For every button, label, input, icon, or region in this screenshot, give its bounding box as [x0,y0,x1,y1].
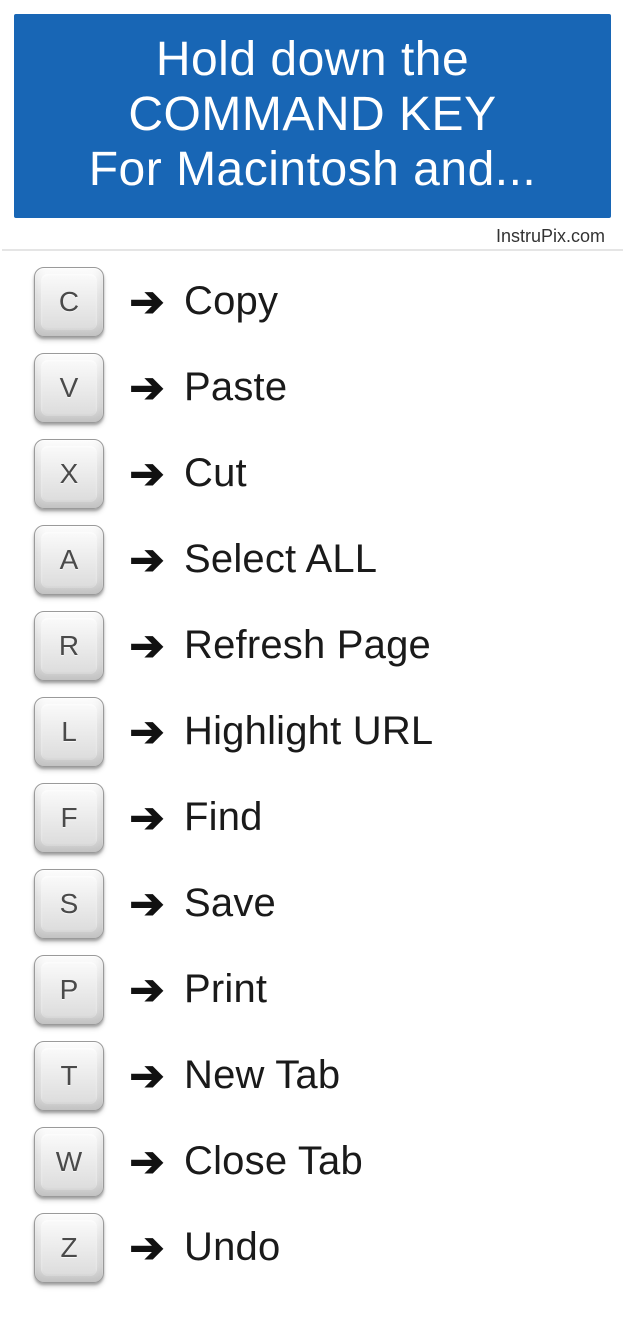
keycap-letter: P [60,974,79,1006]
arrow-icon: ➔ [104,883,184,925]
keycap-letter: S [60,888,79,920]
arrow-icon: ➔ [104,797,184,839]
keycap-letter: C [59,286,79,318]
shortcut-row: C ➔Copy [34,259,613,345]
keycap-letter: T [60,1060,77,1092]
header-line-1: Hold down the [24,32,601,87]
shortcut-label: Refresh Page [184,623,431,668]
shortcut-label: Undo [184,1225,280,1270]
keycap-icon: P [34,955,104,1025]
keycap-icon: T [34,1041,104,1111]
header-line-3: For Macintosh and... [24,142,601,197]
header-banner: Hold down the COMMAND KEY For Macintosh … [14,14,611,218]
shortcut-row: Z ➔Undo [34,1205,613,1291]
keycap-letter: W [56,1146,82,1178]
keycap-letter: F [60,802,77,834]
shortcut-row: P ➔Print [34,947,613,1033]
shortcut-row: F ➔Find [34,775,613,861]
arrow-icon: ➔ [104,711,184,753]
arrow-icon: ➔ [104,969,184,1011]
arrow-icon: ➔ [104,1055,184,1097]
shortcut-label: Find [184,795,263,840]
shortcut-label: Print [184,967,267,1012]
shortcut-row: T ➔New Tab [34,1033,613,1119]
shortcut-label: Save [184,881,276,926]
keycap-icon: L [34,697,104,767]
arrow-icon: ➔ [104,1227,184,1269]
shortcut-row: A ➔Select ALL [34,517,613,603]
shortcut-list: C➔CopyV➔PasteX➔CutA➔Select ALLR➔Refresh … [0,259,625,1291]
keycap-icon: F [34,783,104,853]
keycap-icon: V [34,353,104,423]
shortcut-label: Highlight URL [184,709,433,754]
shortcut-row: S ➔Save [34,861,613,947]
keycap-letter: R [59,630,79,662]
header-line-2: COMMAND KEY [24,87,601,142]
keycap-letter: V [60,372,79,404]
keycap-letter: L [61,716,77,748]
keycap-icon: Z [34,1213,104,1283]
arrow-icon: ➔ [104,625,184,667]
keycap-letter: A [60,544,79,576]
keycap-icon: S [34,869,104,939]
shortcut-row: L ➔Highlight URL [34,689,613,775]
shortcut-label: Paste [184,365,287,410]
shortcut-row: R ➔Refresh Page [34,603,613,689]
keycap-icon: W [34,1127,104,1197]
shortcut-label: Close Tab [184,1139,363,1184]
keycap-icon: R [34,611,104,681]
shortcut-label: Cut [184,451,247,496]
keycap-icon: X [34,439,104,509]
shortcut-label: New Tab [184,1053,340,1098]
shortcut-row: X ➔Cut [34,431,613,517]
keycap-letter: Z [60,1232,77,1264]
keycap-icon: A [34,525,104,595]
keycap-icon: C [34,267,104,337]
arrow-icon: ➔ [104,367,184,409]
shortcut-row: V ➔Paste [34,345,613,431]
arrow-icon: ➔ [104,453,184,495]
attribution-text: InstruPix.com [2,226,623,251]
arrow-icon: ➔ [104,539,184,581]
arrow-icon: ➔ [104,281,184,323]
shortcut-label: Copy [184,279,278,324]
shortcut-row: W ➔Close Tab [34,1119,613,1205]
shortcut-label: Select ALL [184,537,377,582]
keycap-letter: X [60,458,79,490]
arrow-icon: ➔ [104,1141,184,1183]
